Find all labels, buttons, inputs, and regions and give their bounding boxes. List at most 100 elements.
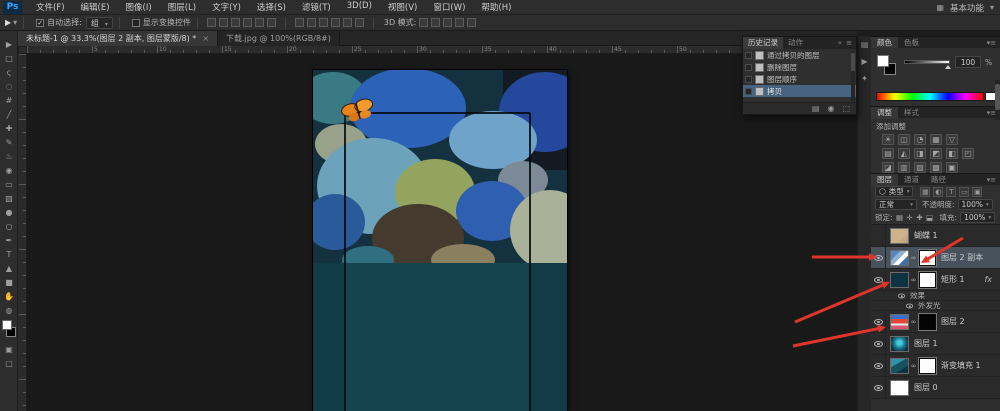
move-tool-icon[interactable]: ▶ <box>0 37 18 51</box>
adjustment-filter-icon[interactable]: ◐ <box>933 187 943 197</box>
menu-item[interactable]: 3D(D) <box>339 1 380 13</box>
new-doc-from-state-icon[interactable]: ▤ <box>812 104 820 113</box>
3d-rotate-icon[interactable] <box>419 18 428 27</box>
adjustment-icon[interactable]: ▥ <box>898 162 910 173</box>
layer-row[interactable]: ∞矩形 1fx <box>871 269 1000 291</box>
color-slider[interactable] <box>904 60 950 64</box>
layer-name[interactable]: 蝴蝶 1 <box>914 230 938 241</box>
layer-visibility-toggle[interactable] <box>871 377 886 398</box>
foreground-color-swatch[interactable] <box>2 320 12 330</box>
workspace-switcher[interactable]: 基本功能 <box>950 2 984 14</box>
adjustment-icon[interactable]: ◧ <box>946 148 958 159</box>
opacity-value[interactable]: 100%▾ <box>958 199 993 210</box>
lasso-tool-icon[interactable]: ς <box>0 65 18 79</box>
layer-thumbnail[interactable] <box>890 228 909 244</box>
layer-mask-thumbnail[interactable] <box>919 250 936 266</box>
zoom-tool-icon[interactable]: ◍ <box>0 303 18 317</box>
document-tab-1[interactable]: 未标题-1 @ 33.3%(图层 2 副本, 图层蒙版/8) *× <box>18 31 218 46</box>
adjustment-icon[interactable]: ◰ <box>962 148 974 159</box>
ruler-corner[interactable] <box>18 46 27 54</box>
screen-mode-icon[interactable]: ▢ <box>0 356 18 370</box>
layer-mask-thumbnail[interactable] <box>919 314 936 330</box>
pixel-filter-icon[interactable]: ▦ <box>920 187 930 197</box>
collapse-icon[interactable]: « <box>838 39 843 47</box>
history-brush-tool-icon[interactable]: ◉ <box>0 163 18 177</box>
menu-item[interactable]: 文件(F) <box>28 1 73 13</box>
distribute-top-icon[interactable] <box>295 18 304 27</box>
tab-paths[interactable]: 路径 <box>925 174 952 186</box>
menu-item[interactable]: 图像(I) <box>118 1 160 13</box>
marquee-tool-icon[interactable]: □ <box>0 51 18 65</box>
pen-tool-icon[interactable]: ✒ <box>0 233 18 247</box>
menu-item[interactable]: 文字(Y) <box>204 1 249 13</box>
adjustment-icon[interactable]: ▽ <box>946 134 958 145</box>
layer-row[interactable]: 图层 1 <box>871 333 1000 355</box>
history-state[interactable]: 图层顺序 <box>743 73 856 85</box>
menu-item[interactable]: 图层(L) <box>160 1 204 13</box>
adjustment-icon[interactable]: ◪ <box>882 162 894 173</box>
align-right-icon[interactable] <box>231 18 240 27</box>
3d-slide-icon[interactable] <box>455 18 464 27</box>
menu-item[interactable]: 帮助(H) <box>473 1 519 13</box>
adjustment-icon[interactable]: ▧ <box>914 162 926 173</box>
adjustment-icon[interactable]: ☀ <box>882 134 894 145</box>
menu-item[interactable]: 窗口(W) <box>425 1 473 13</box>
layer-row[interactable]: ∞渐变填充 1 <box>871 355 1000 377</box>
layer-thumbnail[interactable] <box>890 272 909 288</box>
layer-row[interactable]: 蝴蝶 1 <box>871 225 1000 247</box>
adjustment-icon[interactable]: ◭ <box>898 148 910 159</box>
color-swatches[interactable] <box>0 320 18 342</box>
layer-visibility-toggle[interactable] <box>871 333 886 354</box>
history-state[interactable]: 拷贝 <box>743 85 856 97</box>
tab-color[interactable]: 颜色 <box>871 37 898 49</box>
layer-visibility-toggle[interactable] <box>871 355 886 376</box>
layout-icon[interactable]: ▦ <box>936 3 944 12</box>
panel-menu-icon[interactable]: ≡ <box>846 39 853 47</box>
align-v-center-icon[interactable] <box>255 18 264 27</box>
menu-item[interactable]: 编辑(E) <box>73 1 118 13</box>
layer-visibility-toggle[interactable] <box>871 269 886 290</box>
fx-badge[interactable]: fx <box>984 275 992 284</box>
align-bottom-icon[interactable] <box>267 18 276 27</box>
adjustment-icon[interactable]: ◩ <box>930 148 942 159</box>
align-top-icon[interactable] <box>243 18 252 27</box>
tool-preset-arrow-icon[interactable]: ▾ <box>13 18 17 27</box>
eye-icon[interactable] <box>898 293 905 298</box>
dodge-tool-icon[interactable]: ○ <box>0 219 18 233</box>
distribute-bottom-icon[interactable] <box>319 18 328 27</box>
menu-item[interactable]: 滤镜(T) <box>294 1 339 13</box>
foreground-color-swatch[interactable] <box>877 55 889 67</box>
shape-filter-icon[interactable]: ▭ <box>959 187 969 197</box>
panel-menu-icon[interactable]: ▾≡ <box>987 176 996 184</box>
smartobject-filter-icon[interactable]: ▣ <box>972 187 982 197</box>
eye-icon[interactable] <box>906 303 913 308</box>
distribute-h-center-icon[interactable] <box>343 18 352 27</box>
color-value-input[interactable]: 100 <box>955 56 981 68</box>
show-transform-checkbox[interactable]: ✓ <box>132 19 140 27</box>
adjustment-icon[interactable]: ◨ <box>914 148 926 159</box>
layer-effect-row[interactable]: 外发光 <box>871 301 1000 311</box>
rectangle-tool-icon[interactable]: ■ <box>0 275 18 289</box>
layer-visibility-toggle[interactable] <box>871 311 886 332</box>
type-tool-icon[interactable]: T <box>0 247 18 261</box>
3d-scale-icon[interactable] <box>467 18 476 27</box>
crop-tool-icon[interactable]: # <box>0 93 18 107</box>
actions-panel-icon[interactable]: ▶ <box>860 57 870 67</box>
tab-layers[interactable]: 图层 <box>871 174 898 186</box>
new-snapshot-icon[interactable]: ◉ <box>827 104 834 113</box>
history-panel-icon[interactable]: ▤ <box>860 40 870 50</box>
color-spectrum-ramp[interactable] <box>876 92 984 101</box>
clone-stamp-tool-icon[interactable]: ♨ <box>0 149 18 163</box>
fill-value[interactable]: 100%▾ <box>960 212 995 223</box>
lock-icon[interactable]: ⬓ <box>926 213 934 222</box>
history-state[interactable]: 通过拷贝的图层 <box>743 49 856 61</box>
layer-name[interactable]: 图层 2 副本 <box>941 252 983 263</box>
lock-icon[interactable]: ✛ <box>906 213 914 222</box>
align-h-center-icon[interactable] <box>219 18 228 27</box>
layers-scrollbar[interactable] <box>995 80 1000 120</box>
lock-icon[interactable]: ✚ <box>916 213 924 222</box>
distribute-left-icon[interactable] <box>331 18 340 27</box>
tab-channels[interactable]: 通道 <box>898 174 925 186</box>
tab-adjustments[interactable]: 调整 <box>871 107 898 119</box>
current-tool-icon[interactable]: ▶ <box>5 18 11 27</box>
